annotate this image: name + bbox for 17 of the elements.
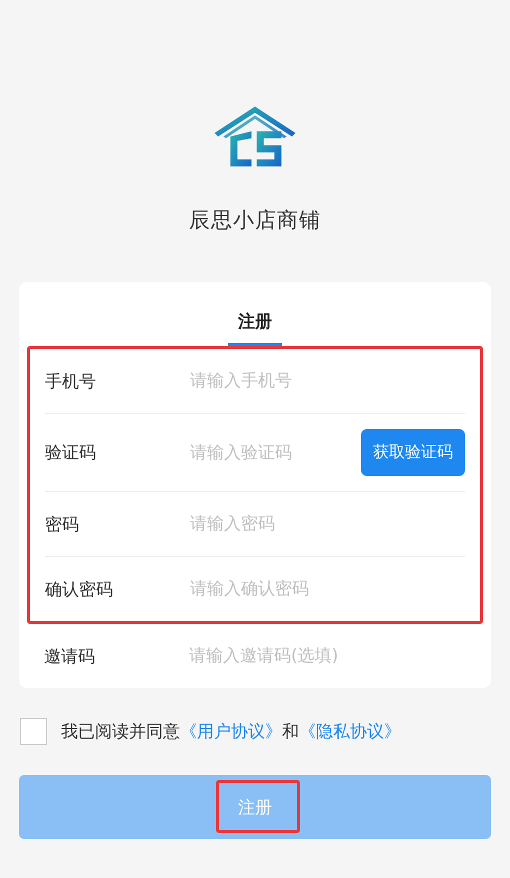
field-label: 确认密码 bbox=[45, 578, 114, 600]
agreement-link[interactable]: 《隐私协议》 bbox=[299, 722, 401, 742]
agreement-link[interactable]: 《用户协议》 bbox=[180, 722, 282, 742]
field-label: 手机号 bbox=[45, 370, 97, 392]
get-code-button[interactable]: 获取验证码 bbox=[361, 429, 465, 476]
app-name: 辰思小店商铺 bbox=[189, 207, 321, 234]
field-label: 密码 bbox=[45, 514, 80, 536]
input-field[interactable]: 请输入手机号 bbox=[190, 371, 465, 391]
checkbox[interactable] bbox=[20, 718, 47, 745]
input-field[interactable]: 请输入确认密码 bbox=[190, 579, 465, 599]
field-label: 邀请码 bbox=[44, 646, 96, 668]
agreement-text: 我已阅读并同意《用户协议》和《隐私协议》 bbox=[61, 721, 401, 743]
input-field[interactable]: 请输入密码 bbox=[190, 514, 465, 534]
field-label: 验证码 bbox=[45, 442, 97, 464]
tab[interactable]: 注册 bbox=[228, 282, 282, 346]
input-field[interactable]: 请输入验证码 bbox=[190, 442, 361, 462]
input-field[interactable]: 请输入邀请码(选填) bbox=[189, 646, 466, 666]
